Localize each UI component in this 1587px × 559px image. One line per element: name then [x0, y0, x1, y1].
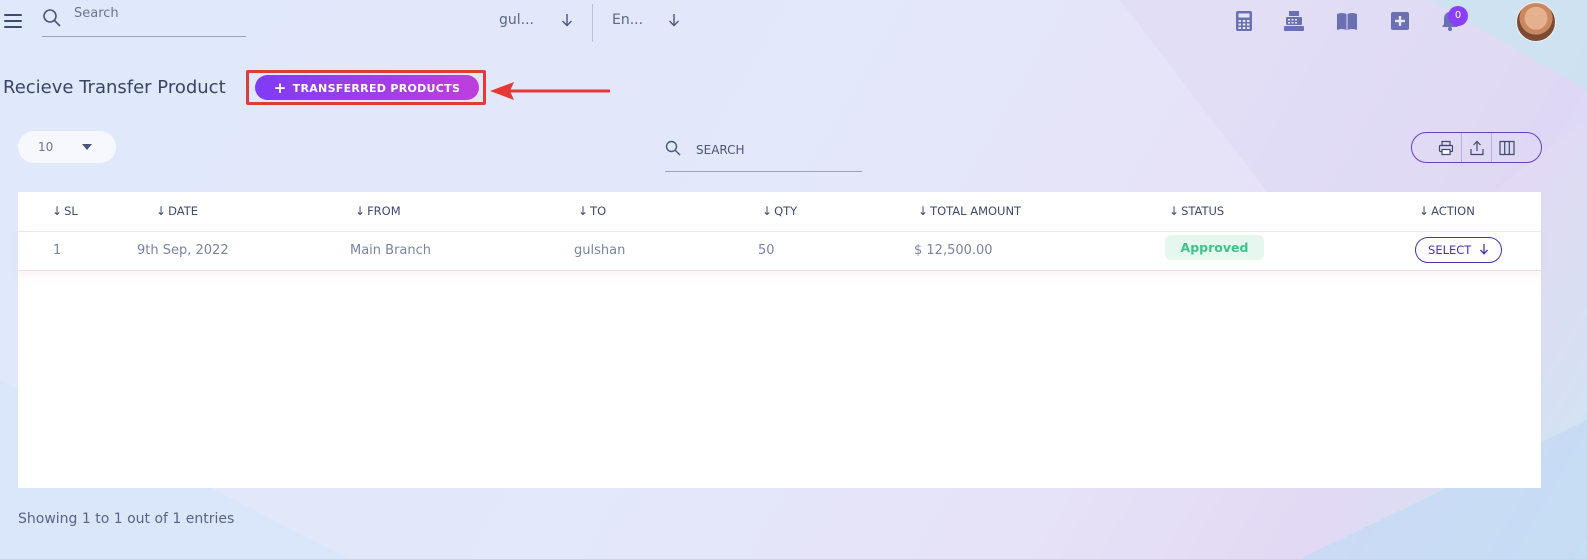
annotation-arrow-icon — [490, 82, 610, 100]
table-search — [665, 137, 862, 172]
cell-sl: 1 — [53, 243, 62, 258]
select-action-button[interactable]: SELECT — [1415, 237, 1502, 263]
sort-icon: ↓ — [762, 204, 773, 218]
divider — [592, 4, 593, 42]
column-label: QTY — [774, 204, 798, 218]
language-select-value: En... — [612, 12, 644, 28]
column-header-to[interactable]: ↓ TO — [578, 204, 606, 218]
cell-total-amount: $ 12,500.00 — [914, 243, 993, 258]
cell-to: gulshan — [574, 243, 626, 258]
data-table: ↓ SL ↓ DATE ↓ FROM ↓ TO ↓ QTY ↓ TOTAL AMOUNT ↓… — [18, 192, 1541, 488]
notification-badge: 0 — [1448, 6, 1468, 26]
print-button[interactable] — [1431, 133, 1461, 162]
caret-down-icon — [82, 144, 92, 150]
menu-icon[interactable] — [4, 14, 22, 30]
transferred-products-label: TRANSFERRED PRODUCTS — [292, 81, 461, 95]
print-icon — [1438, 140, 1454, 155]
export-button[interactable] — [1461, 133, 1491, 162]
per-page-value: 10 — [38, 140, 54, 154]
table-tools — [1411, 132, 1542, 163]
column-label: STATUS — [1181, 204, 1225, 218]
arrow-down-icon — [669, 14, 679, 27]
top-bar: gul... En... — [0, 0, 1587, 48]
column-header-action[interactable]: ↓ ACTION — [1419, 204, 1475, 218]
table-row: 1 9th Sep, 2022 Main Branch gulshan 50 $… — [18, 232, 1541, 271]
column-header-qty[interactable]: ↓ QTY — [762, 204, 797, 218]
column-header-from[interactable]: ↓ FROM — [355, 204, 401, 218]
book-icon[interactable] — [1336, 10, 1358, 32]
arrow-down-icon — [1479, 244, 1488, 255]
cell-date: 9th Sep, 2022 — [137, 243, 229, 258]
column-label: TOTAL AMOUNT — [930, 204, 1022, 218]
sort-icon: ↓ — [918, 204, 929, 218]
column-label: DATE — [168, 204, 198, 218]
column-header-sl[interactable]: ↓ SL — [52, 204, 78, 218]
calculator-icon[interactable] — [1233, 10, 1255, 32]
column-header-date[interactable]: ↓ DATE — [156, 204, 198, 218]
sort-icon: ↓ — [52, 204, 63, 218]
sort-icon: ↓ — [1169, 204, 1180, 218]
sort-icon: ↓ — [156, 204, 167, 218]
sort-icon: ↓ — [578, 204, 589, 218]
status-badge: Approved — [1165, 235, 1264, 260]
global-search — [42, 4, 246, 37]
search-icon — [43, 9, 61, 27]
export-icon — [1469, 140, 1484, 155]
select-label: SELECT — [1428, 243, 1472, 257]
column-header-status[interactable]: ↓ STATUS — [1169, 204, 1224, 218]
columns-button[interactable] — [1491, 133, 1521, 162]
per-page-select[interactable]: 10 — [18, 131, 116, 163]
avatar[interactable] — [1516, 2, 1556, 42]
column-label: SL — [64, 204, 78, 218]
search-input[interactable] — [74, 6, 242, 21]
page-title: Recieve Transfer Product — [3, 77, 226, 98]
entries-info: Showing 1 to 1 out of 1 entries — [18, 511, 235, 527]
cell-from: Main Branch — [350, 243, 432, 258]
branch-select-value: gul... — [499, 12, 534, 28]
columns-icon — [1498, 140, 1515, 155]
plus-icon: + — [273, 78, 287, 97]
arrow-down-icon — [562, 14, 572, 27]
search-icon — [665, 140, 681, 156]
column-header-total-amount[interactable]: ↓ TOTAL AMOUNT — [918, 204, 1021, 218]
branch-select[interactable]: gul... — [499, 12, 579, 28]
table-search-input[interactable] — [696, 143, 856, 157]
transferred-products-button[interactable]: + TRANSFERRED PRODUCTS — [255, 75, 479, 100]
plus-square-icon[interactable] — [1389, 10, 1411, 32]
cash-register-icon[interactable] — [1283, 10, 1305, 32]
sort-icon: ↓ — [1419, 204, 1430, 218]
column-label: FROM — [367, 204, 401, 218]
column-label: TO — [590, 204, 607, 218]
language-select[interactable]: En... — [612, 12, 682, 28]
table-header: ↓ SL ↓ DATE ↓ FROM ↓ TO ↓ QTY ↓ TOTAL AMOUNT ↓… — [18, 192, 1541, 232]
column-label: ACTION — [1431, 204, 1475, 218]
sort-icon: ↓ — [355, 204, 366, 218]
cell-qty: 50 — [758, 243, 775, 258]
